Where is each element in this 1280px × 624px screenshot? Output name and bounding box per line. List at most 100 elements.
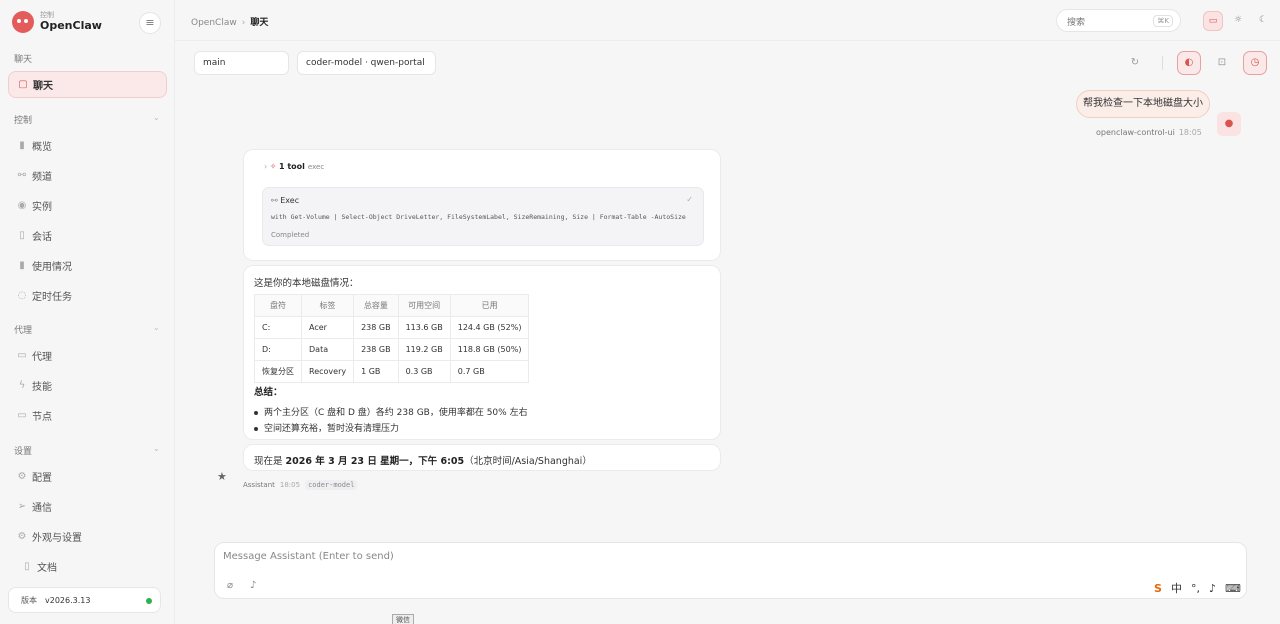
table-header: 总容量: [353, 294, 399, 317]
user-avatar: ●: [1217, 112, 1241, 136]
sidebar-item-1-5[interactable]: ◌ 定时任务: [8, 282, 167, 309]
tool-name: exec: [307, 163, 325, 171]
breadcrumb: OpenClaw › 聊天: [191, 15, 268, 28]
table-cell: Recovery: [300, 360, 355, 383]
time-zone: （北京时间/Asia/Shanghai）: [464, 456, 592, 467]
table-cell: 0.3 GB: [397, 360, 451, 383]
tool-count: 1 tool: [279, 162, 305, 171]
table-cell: 1 GB: [353, 360, 399, 383]
microphone-icon[interactable]: ♪: [1209, 582, 1216, 595]
exec-block[interactable]: ⚯ Exec ✓ with Get-Volume | Select-Object…: [262, 187, 704, 246]
tool-card: › ✧ 1 tool exec ⚯ Exec ✓ with Get-Volume …: [243, 149, 721, 261]
sidebar-item-label: 定时任务: [32, 292, 72, 303]
thinking-toggle-button[interactable]: ◐: [1177, 51, 1201, 75]
sidebar: 控制 OpenClaw ≡ 聊天 ▢ 聊天 控制 ⌄ ▮ 概览 ⚯ 频道 ◉ 实例 ▯ 会话 ▮ 使用情况 ◌…: [0, 0, 175, 624]
send-icon: ➢: [17, 501, 27, 512]
sidebar-item-1-0[interactable]: ▮ 概览: [8, 132, 167, 159]
focus-icon: ⊡: [1217, 57, 1227, 68]
chevron-right-icon: ›: [241, 18, 246, 28]
sidebar-item-2-0[interactable]: ▭ 代理: [8, 342, 167, 369]
ime-toolbar: S 中 °, ♪ ⌨: [1154, 577, 1250, 599]
composer: ⌀ ♪: [214, 542, 1247, 599]
model-select[interactable]: coder-model · qwen-portal: [297, 51, 436, 75]
list-item: 两个主分区（C 盘和 D 盘）各约 238 GB，使用率都在 50% 左右: [254, 405, 528, 421]
table-row: 恢复分区 Recovery 1 GB 0.3 GB 0.7 GB: [254, 360, 530, 383]
chevron-down-icon: ⌄: [153, 444, 160, 453]
time-card: 现在是 2026 年 3 月 23 日 星期一，下午 6:05（北京时间/Asi…: [243, 444, 721, 471]
sparkle-icon: ✧: [269, 162, 277, 171]
sidebar-item-1-3[interactable]: ▯ 会话: [8, 222, 167, 249]
sidebar-item-label: 外观与设置: [32, 533, 82, 544]
tool-summary[interactable]: › ✧ 1 tool exec: [264, 162, 324, 171]
section-label: 设置: [14, 447, 33, 457]
sidebar-item-3-2[interactable]: ⚙ 外观与设置: [8, 523, 167, 550]
sidebar-item-docs[interactable]: ▯ 文档: [13, 553, 163, 580]
sidebar-section-3[interactable]: 设置 ⌄: [14, 444, 160, 457]
brand-name: OpenClaw: [40, 18, 102, 32]
paperclip-icon[interactable]: ⌀: [227, 580, 233, 591]
sidebar-item-1-1[interactable]: ⚯ 频道: [8, 162, 167, 189]
sun-icon[interactable]: ☼: [1228, 11, 1248, 31]
refresh-button[interactable]: ↻: [1123, 51, 1147, 75]
model-tag: coder-model: [305, 480, 358, 490]
sidebar-section-2[interactable]: 代理 ⌄: [14, 323, 160, 336]
breadcrumb-root[interactable]: OpenClaw: [191, 18, 237, 28]
document-icon: ▯: [19, 230, 25, 241]
status-dot: [146, 598, 152, 604]
sidebar-item-1-2[interactable]: ◉ 实例: [8, 192, 167, 219]
version-badge: 版本 v2026.3.13: [8, 587, 161, 613]
clock-icon: ◷: [1250, 57, 1260, 68]
timestamp: 18:05: [1178, 128, 1202, 137]
search-input[interactable]: 搜索 ⌘K: [1056, 9, 1181, 32]
sidebar-section-1[interactable]: 控制 ⌄: [14, 113, 160, 126]
collapse-sidebar-button[interactable]: ≡: [139, 12, 161, 34]
document-icon: ▯: [24, 561, 30, 572]
section-label: 控制: [14, 116, 33, 126]
sidebar-item-label: 节点: [32, 412, 52, 423]
punctuation-icon[interactable]: °,: [1191, 582, 1200, 595]
ime-logo[interactable]: S: [1154, 582, 1162, 595]
table-header: 可用空间: [397, 294, 451, 317]
model-value: coder-model · qwen-portal: [306, 58, 425, 68]
sidebar-item-3-1[interactable]: ➢ 通信: [8, 493, 167, 520]
user-message-meta: openclaw-control-ui 18:05: [1096, 128, 1202, 137]
breadcrumb-current: 聊天: [250, 18, 269, 28]
check-icon: ✓: [686, 195, 693, 204]
table-cell: 118.8 GB (50%): [449, 338, 530, 361]
timestamp: 18:05: [279, 481, 301, 489]
sidebar-item-label: 通信: [32, 503, 52, 514]
assistant-name: Assistant: [243, 481, 275, 489]
message-input[interactable]: [223, 551, 1123, 562]
history-button[interactable]: ◷: [1243, 51, 1267, 75]
exec-status: Completed: [271, 231, 310, 239]
sidebar-item-0-0[interactable]: ▢ 聊天: [8, 71, 167, 98]
sidebar-item-2-2[interactable]: ▭ 节点: [8, 402, 167, 429]
table-cell: C:: [254, 316, 302, 339]
table-cell: Acer: [300, 316, 355, 339]
assistant-reply-card: 这是你的本地磁盘情况： 盘符 标签 总容量 可用空间 已用 C: Acer 238 GB 11…: [243, 265, 721, 440]
keyboard-icon[interactable]: ⌨: [1225, 582, 1241, 595]
moon-icon[interactable]: ☾: [1253, 11, 1273, 31]
sidebar-section-0[interactable]: 聊天: [14, 52, 32, 65]
table-header: 标签: [300, 294, 355, 317]
search-placeholder: 搜索: [1067, 18, 1086, 28]
table-cell: 238 GB: [353, 338, 399, 361]
version-label: 版本: [21, 595, 37, 605]
monitor-icon[interactable]: ▭: [1203, 11, 1223, 31]
microphone-icon[interactable]: ♪: [250, 580, 256, 591]
focus-button[interactable]: ⊡: [1210, 51, 1234, 75]
agent-value: main: [203, 58, 226, 68]
table-cell: 恢复分区: [254, 360, 302, 383]
sidebar-item-label: 配置: [32, 473, 52, 484]
ime-mode[interactable]: 中: [1171, 580, 1182, 596]
sidebar-item-2-1[interactable]: ϟ 技能: [8, 372, 167, 399]
sidebar-item-3-0[interactable]: ⚙ 配置: [8, 463, 167, 490]
agent-select[interactable]: main: [194, 51, 289, 75]
bar-chart-icon: ▮: [19, 260, 25, 271]
sidebar-item-label: 概览: [32, 142, 52, 153]
summary-title: 总结：: [254, 387, 283, 398]
gear-icon: ⚙: [17, 471, 27, 482]
brand[interactable]: 控制 OpenClaw: [12, 11, 102, 33]
sidebar-item-1-4[interactable]: ▮ 使用情况: [8, 252, 167, 279]
reply-intro: 这是你的本地磁盘情况：: [254, 278, 359, 289]
